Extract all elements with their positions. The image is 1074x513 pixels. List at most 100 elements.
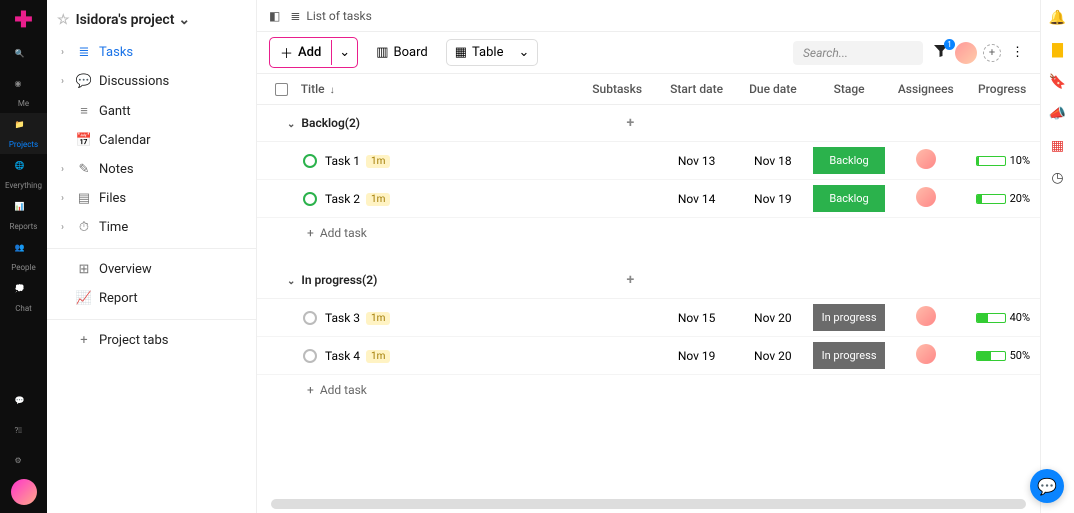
search-input[interactable]: Search... <box>793 41 923 65</box>
rail-help[interactable]: ?⃝ <box>0 419 47 449</box>
breadcrumb[interactable]: ≣ List of tasks <box>290 9 371 23</box>
rail-feedback[interactable]: 💬 <box>0 389 47 419</box>
stage-pill[interactable]: Backlog <box>813 147 885 174</box>
sidebar-item-label: Notes <box>99 162 134 177</box>
task-row[interactable]: Task 11m Nov 13 Nov 18 Backlog 10% <box>257 142 1040 180</box>
task-start-date[interactable]: Nov 13 <box>659 142 735 180</box>
board-view-button[interactable]: ▥ Board <box>368 40 436 65</box>
col-start[interactable]: Start date <box>659 74 735 105</box>
table-view-button[interactable]: ▦ Table ⌄ <box>446 39 539 66</box>
col-subtasks[interactable]: Subtasks <box>582 74 658 105</box>
announcement-icon[interactable]: 📣 <box>1050 106 1066 122</box>
clock-icon[interactable]: ◷ <box>1050 170 1066 186</box>
calendar-icon[interactable]: ▦ <box>1050 138 1066 154</box>
task-due-date[interactable]: Nov 20 <box>735 337 811 375</box>
task-due-date[interactable]: Nov 18 <box>735 142 811 180</box>
app-logo[interactable]: ✚ <box>10 6 38 34</box>
sidebar-item-label: Time <box>99 220 128 235</box>
search-icon: 🔍 <box>15 49 33 67</box>
progress-cell[interactable]: 20% <box>974 192 1030 205</box>
star-icon[interactable]: ☆ <box>57 12 70 28</box>
group-header[interactable]: ⌄Backlog(2) <box>257 105 582 142</box>
sidebar-item-files[interactable]: ›▤Files <box>47 184 256 213</box>
status-circle[interactable] <box>303 154 317 168</box>
col-stage[interactable]: Stage <box>811 74 887 105</box>
stage-pill[interactable]: In progress <box>813 342 885 369</box>
sidebar-item-overview[interactable]: ⊞Overview <box>47 255 256 284</box>
add-dropdown[interactable]: ⌄ <box>331 40 357 65</box>
add-button[interactable]: ＋Add ⌄ <box>269 37 358 68</box>
task-start-date[interactable]: Nov 19 <box>659 337 735 375</box>
group-header[interactable]: ⌄In progress(2) <box>257 262 582 299</box>
task-due-date[interactable]: Nov 20 <box>735 299 811 337</box>
col-assignees[interactable]: Assignees <box>887 74 964 105</box>
sidebar-item-label: Overview <box>99 262 152 277</box>
task-start-date[interactable]: Nov 15 <box>659 299 735 337</box>
group-add-button[interactable]: + <box>627 115 635 131</box>
sidebar-item-report[interactable]: 📈Report <box>47 284 256 313</box>
progress-cell[interactable]: 10% <box>974 154 1030 167</box>
sidebar-item-notes[interactable]: ›✎Notes <box>47 155 256 184</box>
project-title[interactable]: ☆ Isidora's project ⌄ <box>47 8 256 38</box>
col-title[interactable]: Title <box>301 82 325 96</box>
status-circle[interactable] <box>303 349 317 363</box>
rail-item-search[interactable]: 🔍 <box>0 42 47 72</box>
add-task-button[interactable]: +Add task <box>257 218 1040 249</box>
chevron-down-icon[interactable]: ⌄ <box>178 12 190 28</box>
chat-bubble[interactable]: 💬 <box>1030 469 1064 503</box>
rail-settings[interactable]: ⚙ <box>0 449 47 479</box>
task-table: Title ↓ Subtasks Start date Due date Sta… <box>257 74 1040 495</box>
bookmark-icon[interactable]: 🔖 <box>1050 74 1066 90</box>
rail-item-chat[interactable]: 💭Chat <box>0 277 47 318</box>
main-area: ◧ ≣ List of tasks ＋Add ⌄ ▥ Board ▦ Table… <box>257 0 1040 513</box>
sidebar-item-project-tabs[interactable]: +Project tabs <box>47 326 256 355</box>
rail-item-folder[interactable]: 📁Projects <box>0 113 47 154</box>
add-member-button[interactable]: + <box>983 44 1001 62</box>
col-due[interactable]: Due date <box>735 74 811 105</box>
task-row[interactable]: Task 31m Nov 15 Nov 20 In progress 40% <box>257 299 1040 337</box>
group-add-button[interactable]: + <box>627 272 635 288</box>
task-due-date[interactable]: Nov 19 <box>735 180 811 218</box>
col-progress[interactable]: Progress <box>964 74 1040 105</box>
sort-down-icon[interactable]: ↓ <box>330 85 335 96</box>
sidebar-item-discussions[interactable]: ›💬Discussions <box>47 67 256 96</box>
sidebar-item-tasks[interactable]: ›≣Tasks <box>47 38 256 67</box>
progress-cell[interactable]: 40% <box>974 311 1030 324</box>
horizontal-scrollbar[interactable] <box>271 499 1026 509</box>
notifications-icon[interactable]: 🔔 <box>1050 10 1066 26</box>
rail-item-people[interactable]: 👥People <box>0 236 47 277</box>
sidebar-item-time[interactable]: ›⏱Time <box>47 213 256 242</box>
assignee-avatar[interactable] <box>916 306 936 326</box>
caret-icon: › <box>61 193 73 204</box>
sidebar-item-gantt[interactable]: ≡Gantt <box>47 96 256 126</box>
note-icon[interactable]: ▇ <box>1050 42 1066 58</box>
assignee-avatar[interactable] <box>916 344 936 364</box>
assignee-avatar[interactable] <box>916 149 936 169</box>
rail-avatar[interactable] <box>11 479 37 505</box>
task-name: Task 4 <box>325 349 360 363</box>
rail-item-globe[interactable]: 🌐Everything <box>0 154 47 195</box>
progress-cell[interactable]: 50% <box>974 349 1030 362</box>
status-circle[interactable] <box>303 311 317 325</box>
stage-pill[interactable]: In progress <box>813 304 885 331</box>
stage-pill[interactable]: Backlog <box>813 185 885 212</box>
status-circle[interactable] <box>303 192 317 206</box>
add-task-button[interactable]: +Add task <box>257 375 1040 406</box>
user-icon: ◉ <box>15 79 33 97</box>
more-icon[interactable]: ⋮ <box>1007 45 1028 60</box>
sidebar-item-calendar[interactable]: 📅Calendar <box>47 126 256 155</box>
rail-item-user[interactable]: ◉Me <box>0 72 47 113</box>
select-all-checkbox[interactable] <box>275 83 288 96</box>
task-start-date[interactable]: Nov 14 <box>659 180 735 218</box>
sidebar-item-label: Project tabs <box>99 333 169 348</box>
toolbar-avatar[interactable] <box>955 42 977 64</box>
caret-icon: › <box>61 164 73 175</box>
assignee-avatar[interactable] <box>916 187 936 207</box>
panel-toggle-icon[interactable]: ◧ <box>269 9 280 23</box>
task-row[interactable]: Task 21m Nov 14 Nov 19 Backlog 20% <box>257 180 1040 218</box>
task-row[interactable]: Task 41m Nov 19 Nov 20 In progress 50% <box>257 337 1040 375</box>
collapse-icon[interactable]: ⌄ <box>287 119 295 130</box>
rail-item-chart[interactable]: 📊Reports <box>0 195 47 236</box>
collapse-icon[interactable]: ⌄ <box>287 276 295 287</box>
filter-button[interactable]: 1 <box>933 43 949 63</box>
